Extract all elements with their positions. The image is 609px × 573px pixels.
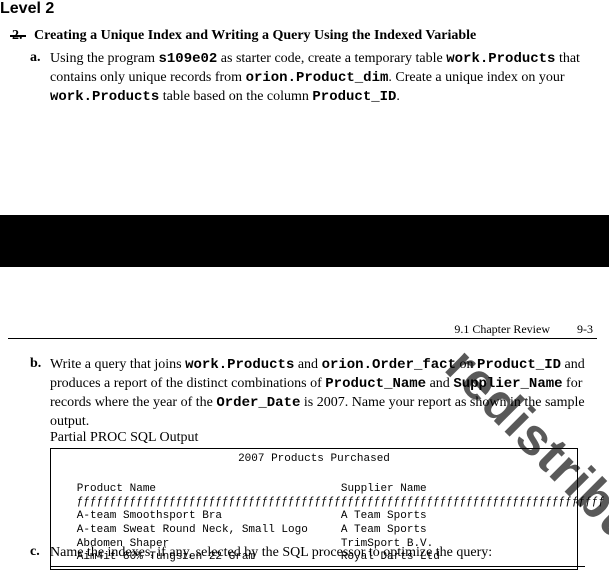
level-heading: Level 2 <box>0 0 54 18</box>
question-2: 2. Creating a Unique Index and Writing a… <box>12 28 589 44</box>
text: Using the program <box>50 51 158 66</box>
page-number: 9-3 <box>577 322 593 337</box>
text: and <box>426 376 453 391</box>
code: work.Products <box>446 51 555 67</box>
item-b-label: b. <box>30 356 41 372</box>
divider-bar <box>0 215 609 267</box>
text: and <box>294 357 321 372</box>
text: . <box>396 89 400 104</box>
item-b: b. Write a query that joins work.Product… <box>30 356 589 432</box>
item-a-body: Using the program s109e02 as starter cod… <box>50 50 589 107</box>
partial-output-label: Partial PROC SQL Output <box>50 430 198 446</box>
item-c-body: Name the indexes, if any, selected by th… <box>50 544 589 563</box>
code: orion.Order_fact <box>322 357 456 373</box>
section-name: 9.1 Chapter Review <box>454 322 550 336</box>
text: . Create a unique index on your <box>388 70 564 85</box>
item-c-label: c. <box>30 544 40 560</box>
item-a: a. Using the program s109e02 as starter … <box>30 50 589 107</box>
output-title: 2007 Products Purchased <box>57 453 571 467</box>
code: Supplier_Name <box>453 376 562 392</box>
code: s109e02 <box>158 51 217 67</box>
code: Order_Date <box>216 395 300 411</box>
question-title: Creating a Unique Index and Writing a Qu… <box>34 28 589 44</box>
question-number: 2. <box>12 28 23 44</box>
header-rule <box>8 338 597 339</box>
code: orion.Product_dim <box>246 70 389 86</box>
text: table based on the column <box>159 89 312 104</box>
item-a-label: a. <box>30 50 41 66</box>
text: as starter code, create a temporary tabl… <box>217 51 446 66</box>
text: Write a query that joins <box>50 357 185 372</box>
code: Product_ID <box>312 89 396 105</box>
answer-blank-line <box>50 566 585 567</box>
page-header: 9.1 Chapter Review 9-3 <box>454 322 593 337</box>
code: Product_ID <box>477 357 561 373</box>
code: work.Products <box>50 89 159 105</box>
code: work.Products <box>185 357 294 373</box>
code: Product_Name <box>325 376 426 392</box>
text: on <box>456 357 477 372</box>
item-b-body: Write a query that joins work.Products a… <box>50 356 589 432</box>
page-gap <box>0 267 609 327</box>
item-c: c. Name the indexes, if any, selected by… <box>30 544 589 563</box>
